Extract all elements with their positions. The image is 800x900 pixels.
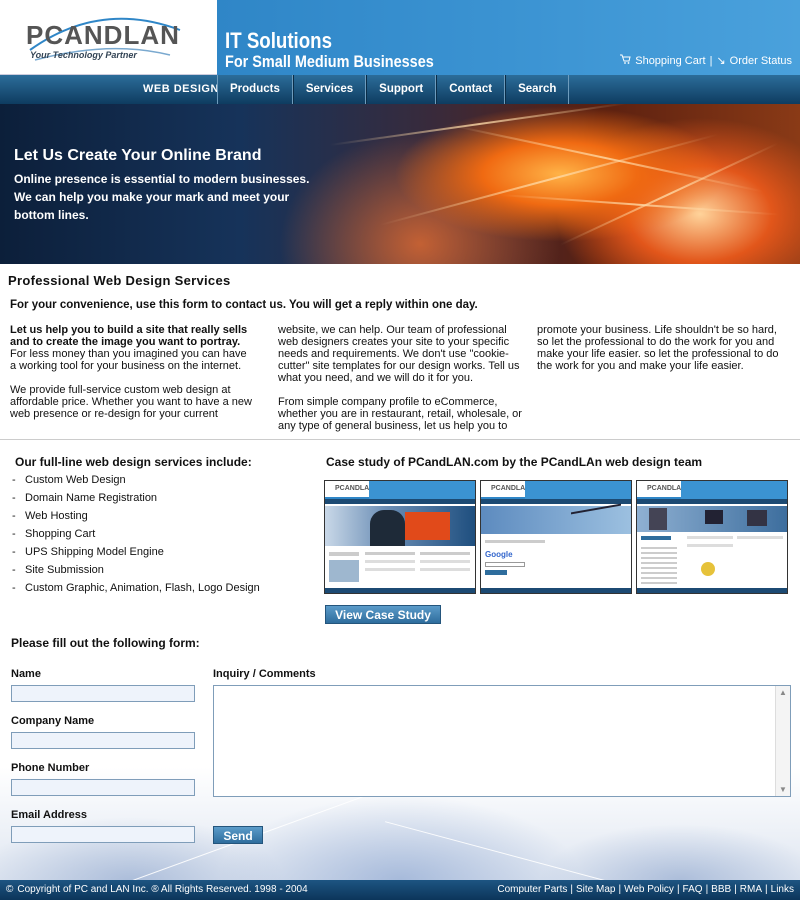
list-item: - Custom Web Design [12, 474, 126, 486]
brand-subtitle: For Small Medium Businesses [225, 52, 434, 71]
nav-section-label: WEB DESIGN [143, 83, 219, 95]
site-footer: © Copyright of PC and LAN Inc. ® All Rig… [0, 880, 800, 900]
services-list: - Custom Web Design - Domain Name Registra… [12, 474, 260, 600]
footer-link-links[interactable]: Links [771, 884, 794, 895]
email-label: Email Address [11, 809, 88, 821]
footer-link-site-map[interactable]: Site Map [576, 884, 615, 895]
intro-bold: Let us help you to build a site that rea… [10, 324, 248, 348]
list-item: - UPS Shipping Model Engine [12, 546, 164, 558]
footer-link-web-policy[interactable]: Web Policy [624, 884, 674, 895]
phone-field[interactable] [11, 779, 195, 796]
lead-text: For your convenience, use this form to c… [10, 299, 478, 311]
nav-items: Products Services Support Contact Search [217, 75, 570, 104]
list-item: - Web Hosting [12, 510, 88, 522]
view-case-study-button[interactable]: View Case Study [325, 605, 441, 624]
nav-item-products[interactable]: Products [217, 75, 293, 104]
nav-item-search[interactable]: Search [505, 75, 570, 104]
hero-text: Online presence is essential to modern b… [14, 172, 310, 222]
send-button[interactable]: Send [213, 826, 263, 844]
nav-item-contact[interactable]: Contact [436, 75, 506, 104]
logo-text: PCANDLAN [26, 20, 180, 50]
logo-tagline: Your Technology Partner [30, 50, 137, 60]
list-item: - Shopping Cart [12, 528, 96, 540]
case-study-thumbnails: PCANDLAN PCANDLAN Google PCANDLAN [324, 480, 788, 594]
list-item: - Domain Name Registration [12, 492, 158, 504]
intro-column-1: Let us help you to build a site that rea… [10, 324, 255, 432]
brand-band: IT Solutions For Small Medium Businesses… [217, 0, 800, 75]
divider [0, 439, 800, 440]
comments-label: Inquiry / Comments [213, 668, 316, 680]
site-header: PCANDLAN Your Technology Partner IT Solu… [0, 0, 800, 75]
order-status-link[interactable]: Order Status [730, 55, 792, 67]
form-title: Please fill out the following form: [11, 636, 200, 650]
company-label: Company Name [11, 715, 95, 727]
footer-link-rma[interactable]: RMA [740, 884, 762, 895]
case-study-thumbnail-search[interactable]: PCANDLAN Google [480, 480, 632, 594]
arrow-down-right-icon: ↘ [716, 55, 726, 67]
name-field[interactable] [11, 685, 195, 702]
name-label: Name [11, 668, 41, 680]
services-title: Our full-line web design services includ… [15, 455, 252, 469]
intro-column-2: website, we can help. Our team of profes… [278, 324, 526, 444]
main-nav: WEB DESIGN Products Services Support Con… [0, 75, 800, 104]
intro-paragraph-4: From simple company profile to eCommerce… [278, 396, 522, 432]
cart-icon [620, 54, 631, 67]
footer-link-bbb[interactable]: BBB [711, 884, 731, 895]
copyright-icon: © [6, 884, 14, 895]
logo[interactable]: PCANDLAN Your Technology Partner [0, 0, 217, 75]
nav-item-services[interactable]: Services [292, 75, 367, 104]
footer-link-computer-parts[interactable]: Computer Parts [497, 884, 567, 895]
intro-paragraph-2: We provide full-service custom web desig… [10, 384, 252, 420]
case-study-thumbnail-home[interactable]: PCANDLAN [324, 480, 476, 594]
hero-banner: Let Us Create Your Online Brand Online p… [0, 104, 800, 264]
list-item: - Custom Graphic, Animation, Flash, Logo … [12, 582, 260, 594]
comments-textarea[interactable]: ▲ ▼ [213, 685, 791, 797]
textarea-scrollbar[interactable]: ▲ ▼ [775, 686, 790, 796]
intro-column-3: promote your business. Life shouldn't be… [537, 324, 785, 384]
hero-title: Let Us Create Your Online Brand [14, 147, 262, 164]
separator: | [709, 54, 713, 67]
email-field[interactable] [11, 826, 195, 843]
footer-link-faq[interactable]: FAQ [683, 884, 703, 895]
utility-links: Shopping Cart | ↘ Order Status [620, 54, 792, 67]
intro-paragraph-5: promote your business. Life shouldn't be… [537, 324, 779, 372]
list-item: - Site Submission [12, 564, 104, 576]
phone-label: Phone Number [11, 762, 90, 774]
scroll-down-icon[interactable]: ▼ [779, 785, 787, 794]
copyright-text: Copyright of PC and LAN Inc. ® All Right… [17, 884, 308, 895]
company-field[interactable] [11, 732, 195, 749]
copyright: © Copyright of PC and LAN Inc. ® All Rig… [6, 884, 308, 895]
intro-text: For less money than you imagined you can… [10, 348, 247, 372]
case-study-thumbnail-services[interactable]: PCANDLAN [636, 480, 788, 594]
nav-item-support[interactable]: Support [366, 75, 437, 104]
footer-links: Computer Parts | Site Map | Web Policy | FA… [497, 884, 794, 895]
scroll-up-icon[interactable]: ▲ [779, 688, 787, 697]
intro-paragraph-3: website, we can help. Our team of profes… [278, 324, 520, 384]
shopping-cart-link[interactable]: Shopping Cart [635, 55, 705, 67]
page-title: Professional Web Design Services [8, 273, 231, 288]
case-study-title: Case study of PCandLAN.com by the PCandL… [326, 455, 703, 469]
brand-title: IT Solutions [225, 28, 333, 53]
